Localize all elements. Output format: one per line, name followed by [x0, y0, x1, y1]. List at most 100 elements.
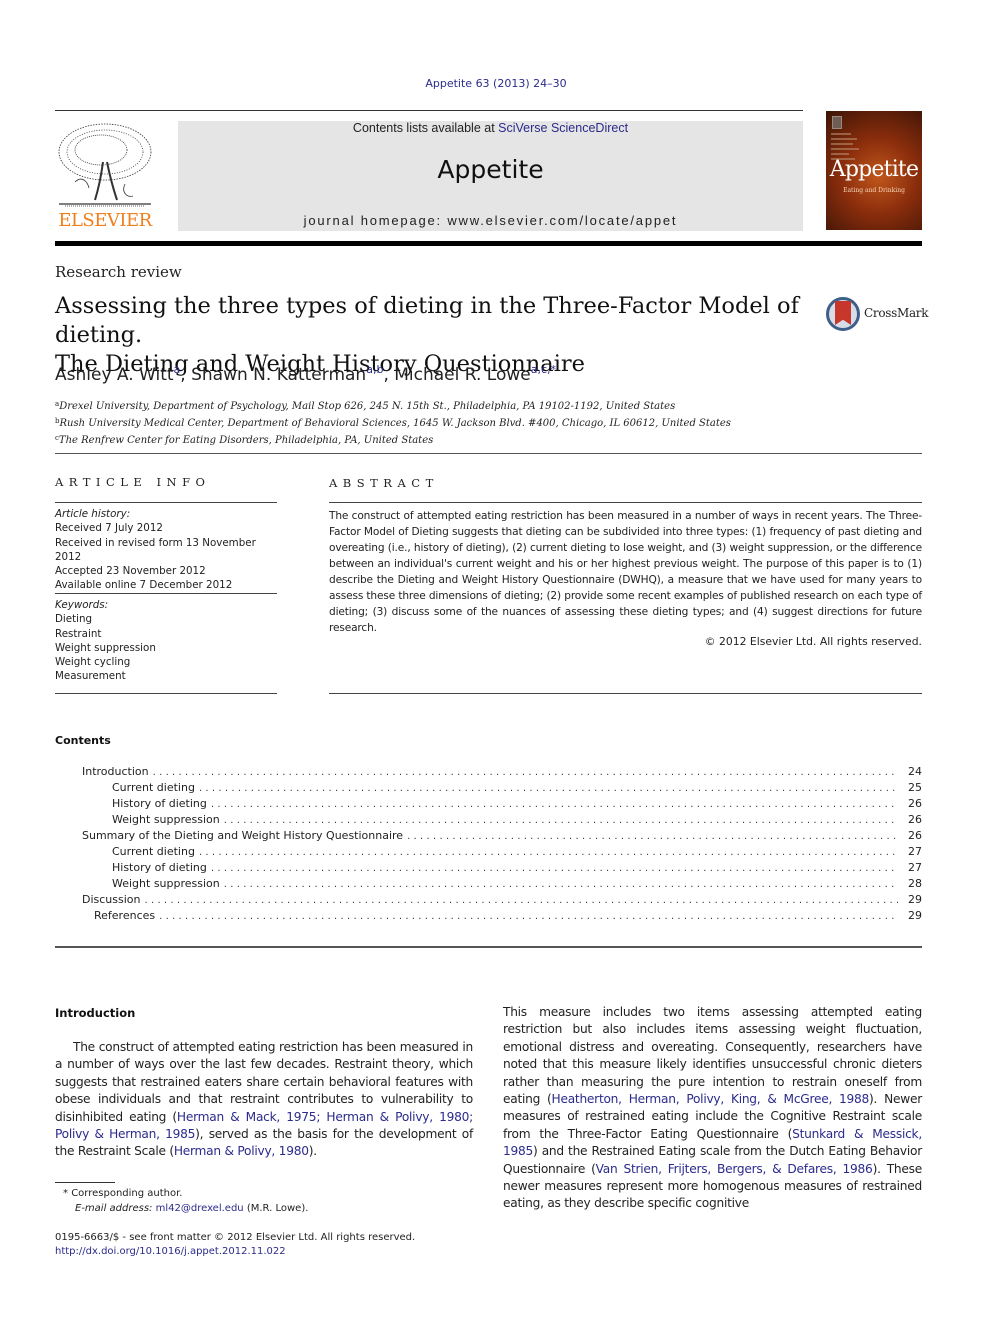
info-rule — [55, 693, 277, 694]
journal-citation-link[interactable]: Appetite 63 (2013) 24–30 — [0, 77, 992, 90]
toc-entry-page: 26 — [908, 829, 922, 842]
toc-leader-dots: ........................................… — [144, 895, 899, 906]
toc-entry[interactable]: Weight suppression......................… — [55, 877, 922, 893]
author-name[interactable]: Ashley A. Witt — [55, 365, 174, 385]
history-item: Received 7 July 2012 — [55, 522, 163, 535]
issn-line: 0195-6663/$ - see front matter © 2012 El… — [55, 1232, 416, 1243]
contents-rule — [55, 946, 922, 948]
author-affiliation-link[interactable]: a,c,* — [531, 363, 556, 376]
title-line-1: Assessing the three types of dieting in … — [55, 293, 799, 348]
journal-masthead: Contents lists available at SciVerse Sci… — [178, 121, 803, 231]
toc-entry-page: 26 — [908, 797, 922, 810]
affiliations: aDrexel University, Department of Psycho… — [55, 397, 731, 448]
toc-entry-label[interactable]: References — [94, 909, 160, 922]
abstract-rule — [329, 693, 922, 694]
author-separator: , — [180, 365, 192, 385]
table-of-contents: Introduction............................… — [55, 765, 922, 925]
toc-leader-dots: ........................................… — [210, 863, 898, 874]
footnote-mark: * — [63, 1188, 68, 1199]
cover-title: Appetite — [829, 157, 919, 182]
toc-entry[interactable]: Weight suppression......................… — [55, 813, 922, 829]
toc-leader-dots: ........................................… — [210, 799, 898, 810]
affiliation-item: aDrexel University, Department of Psycho… — [55, 397, 731, 414]
citation-link[interactable]: Van Strien, Frijters, Bergers, & Defares… — [596, 1162, 873, 1176]
history-item: Accepted 23 November 2012 — [55, 565, 206, 578]
toc-entry[interactable]: History of dieting......................… — [55, 861, 922, 877]
toc-entry-page: 26 — [908, 813, 922, 826]
email-line: E-mail address: ml42@drexel.edu (M.R. Lo… — [55, 1201, 475, 1216]
citation-link[interactable]: Herman & Polivy, 1980 — [174, 1144, 309, 1158]
affiliation-item: cThe Renfrew Center for Eating Disorders… — [55, 431, 731, 448]
introduction-paragraph-col2: This measure includes two items assessin… — [503, 1004, 922, 1213]
toc-entry-label[interactable]: Summary of the Dieting and Weight Histor… — [82, 829, 408, 842]
toc-entry-label[interactable]: Weight suppression — [112, 813, 224, 826]
corresponding-author-label: Corresponding author. — [71, 1188, 183, 1199]
info-rule — [55, 502, 277, 503]
crossmark-button[interactable]: CrossMark — [826, 297, 936, 333]
toc-entry-page: 25 — [908, 781, 922, 794]
affiliation-text: Rush University Medical Center, Departme… — [59, 418, 731, 429]
keyword: Restraint — [55, 627, 102, 640]
toc-entry[interactable]: Current dieting.........................… — [55, 845, 922, 861]
info-rule — [55, 593, 277, 594]
toc-entry-page: 29 — [908, 909, 922, 922]
toc-leader-dots: ........................................… — [223, 815, 898, 826]
section-rule — [55, 453, 922, 454]
footnote: * Corresponding author. E-mail address: … — [55, 1186, 475, 1216]
contents-prefix: Contents lists available at — [352, 121, 499, 135]
journal-homepage-link[interactable]: journal homepage: www.elsevier.com/locat… — [178, 213, 803, 228]
toc-entry-label[interactable]: History of dieting — [112, 797, 211, 810]
toc-entry[interactable]: References..............................… — [55, 909, 922, 925]
author-name[interactable]: Shawn N. Katterman — [191, 365, 366, 385]
toc-entry-label[interactable]: Discussion — [82, 893, 145, 906]
toc-entry-label[interactable]: Current dieting — [112, 781, 199, 794]
journal-cover-image[interactable]: Appetite Eating and Drinking — [826, 111, 922, 230]
toc-entry-page: 24 — [908, 765, 922, 778]
doi-link[interactable]: http://dx.doi.org/10.1016/j.appet.2012.1… — [55, 1245, 555, 1259]
masthead-rule — [55, 241, 922, 246]
toc-entry[interactable]: Current dieting.........................… — [55, 781, 922, 797]
keywords: Keywords: Dieting Restraint Weight suppr… — [55, 598, 285, 684]
toc-entry[interactable]: Introduction............................… — [55, 765, 922, 781]
paragraph-text: ). — [308, 1144, 317, 1159]
toc-leader-dots: ........................................… — [223, 879, 898, 890]
issn-block: 0195-6663/$ - see front matter © 2012 El… — [55, 1231, 555, 1259]
cover-elsevier-badge-icon — [832, 116, 842, 129]
author-separator: , — [383, 365, 395, 385]
contents-heading: Contents — [55, 734, 111, 747]
keyword: Dieting — [55, 613, 93, 626]
keyword: Measurement — [55, 670, 126, 683]
abstract-rule — [329, 502, 922, 503]
toc-entry-label[interactable]: History of dieting — [112, 861, 211, 874]
article-history: Article history: Received 7 July 2012 Re… — [55, 507, 285, 593]
header-rule — [55, 110, 803, 111]
keyword: Weight suppression — [55, 641, 156, 654]
abstract-heading: ABSTRACT — [329, 476, 439, 490]
author-affiliation-link[interactable]: a,b — [366, 363, 383, 376]
toc-entry-page: 28 — [908, 877, 922, 890]
sciencedirect-link[interactable]: SciVerse ScienceDirect — [498, 121, 628, 135]
toc-entry-label[interactable]: Introduction — [82, 765, 153, 778]
paragraph-text: This measure includes two items assessin… — [503, 1005, 922, 1107]
citation-link[interactable]: Heatherton, Herman, Polivy, King, & McGr… — [552, 1092, 870, 1106]
cover-subtitle: Eating and Drinking — [843, 187, 905, 194]
introduction-paragraph-col1: The construct of attempted eating restri… — [55, 1039, 473, 1161]
elsevier-wordmark: ELSEVIER — [58, 210, 152, 231]
toc-entry-label[interactable]: Current dieting — [112, 845, 199, 858]
toc-leader-dots: ........................................… — [407, 831, 898, 842]
affiliation-item: bRush University Medical Center, Departm… — [55, 414, 731, 431]
corresponding-author-note: * Corresponding author. — [55, 1186, 475, 1201]
history-label: Article history: — [55, 508, 131, 520]
footnote-rule — [55, 1182, 115, 1183]
article-type: Research review — [55, 263, 182, 281]
affiliation-text: The Renfrew Center for Eating Disorders,… — [58, 435, 434, 446]
toc-entry[interactable]: Discussion..............................… — [55, 893, 922, 909]
toc-entry-page: 29 — [908, 893, 922, 906]
email-link[interactable]: ml42@drexel.edu — [156, 1203, 244, 1214]
abstract-copyright: © 2012 Elsevier Ltd. All rights reserved… — [704, 635, 922, 648]
toc-entry-label[interactable]: Weight suppression — [112, 877, 224, 890]
toc-entry[interactable]: History of dieting......................… — [55, 797, 922, 813]
email-label: E-mail address: — [75, 1203, 153, 1214]
toc-entry[interactable]: Summary of the Dieting and Weight Histor… — [55, 829, 922, 845]
author-name[interactable]: Michael R. Lowe — [394, 365, 530, 385]
